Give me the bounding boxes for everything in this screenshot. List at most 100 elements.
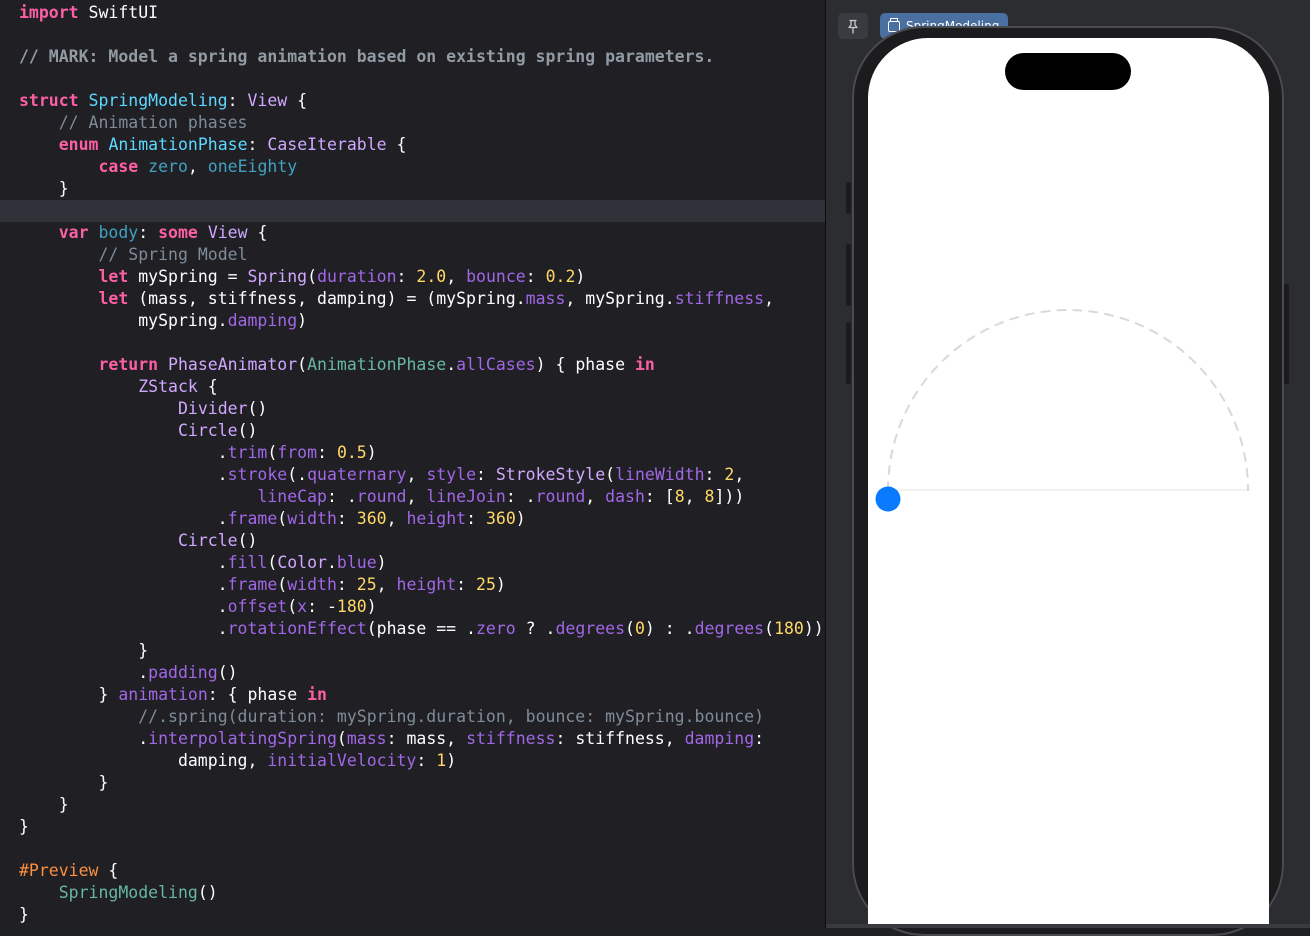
- code-token: View: [207, 223, 248, 242]
- code-line[interactable]: } animation: { phase in: [19, 684, 824, 706]
- code-line[interactable]: struct SpringModeling: View {: [19, 90, 824, 112]
- code-line[interactable]: lineCap: .round, lineJoin: .round, dash:…: [19, 486, 824, 508]
- code-token: initialVelocity: [267, 751, 417, 770]
- code-line[interactable]: [19, 332, 824, 354]
- code-token: offset: [227, 597, 288, 616]
- pin-preview-button[interactable]: [838, 13, 868, 39]
- code-line[interactable]: }: [19, 904, 824, 926]
- code-token: ) { phase: [535, 355, 635, 374]
- code-token: (.: [287, 465, 308, 484]
- code-token: import: [19, 3, 79, 22]
- code-token: :: [754, 729, 765, 748]
- code-line[interactable]: let (mass, stiffness, damping) = (mySpri…: [19, 288, 824, 310]
- code-line[interactable]: .padding(): [19, 662, 824, 684]
- code-line[interactable]: .interpolatingSpring(mass: mass, stiffne…: [19, 728, 824, 750]
- code-line[interactable]: import SwiftUI: [19, 2, 824, 24]
- code-line[interactable]: let mySpring = Spring(duration: 2.0, bou…: [19, 266, 824, 288]
- code-token: .: [19, 619, 228, 638]
- code-line[interactable]: .fill(Color.blue): [19, 552, 824, 574]
- code-token: in: [634, 355, 655, 374]
- code-token: ): [446, 751, 457, 770]
- code-line[interactable]: .frame(width: 360, height: 360): [19, 508, 824, 530]
- code-token: damping,: [19, 751, 268, 770]
- code-token: ,: [684, 487, 705, 506]
- code-line[interactable]: ZStack {: [19, 376, 824, 398]
- code-line[interactable]: }: [19, 640, 824, 662]
- code-line[interactable]: }: [19, 772, 824, 794]
- code-line[interactable]: Divider(): [19, 398, 824, 420]
- code-token: style: [426, 465, 476, 484]
- source-code[interactable]: import SwiftUI // MARK: Model a spring a…: [19, 2, 824, 926]
- code-token: return: [98, 355, 159, 374]
- code-line[interactable]: #Preview {: [19, 860, 824, 882]
- code-token: (): [237, 531, 258, 550]
- code-line[interactable]: [19, 838, 824, 860]
- code-editor[interactable]: import SwiftUI // MARK: Model a spring a…: [0, 0, 825, 928]
- code-token: (: [307, 267, 318, 286]
- code-line[interactable]: damping, initialVelocity: 1): [19, 750, 824, 772]
- code-token: 360: [356, 509, 387, 528]
- code-token: :: [704, 465, 725, 484]
- code-token: ? .: [515, 619, 556, 638]
- code-line[interactable]: //.spring(duration: mySpring.duration, b…: [19, 706, 824, 728]
- code-line[interactable]: // MARK: Model a spring animation based …: [19, 46, 824, 68]
- code-line[interactable]: Circle(): [19, 530, 824, 552]
- code-token: ): [575, 267, 586, 286]
- code-token: :: [466, 509, 486, 528]
- code-token: oneEighty: [207, 157, 298, 176]
- code-line[interactable]: Circle(): [19, 420, 824, 442]
- code-token: 25: [356, 575, 377, 594]
- code-token: // Animation phases: [58, 113, 248, 132]
- code-token: 25: [476, 575, 496, 594]
- code-token: SpringModeling: [58, 883, 198, 902]
- code-token: 180: [336, 597, 367, 616]
- code-line[interactable]: // Animation phases: [19, 112, 824, 134]
- code-line[interactable]: mySpring.damping): [19, 310, 824, 332]
- code-token: : [: [644, 487, 675, 506]
- code-line[interactable]: [19, 200, 824, 222]
- code-token: CaseIterable: [267, 135, 387, 154]
- code-line[interactable]: .frame(width: 25, height: 25): [19, 574, 824, 596]
- code-token: var: [58, 223, 89, 242]
- code-token: {: [386, 135, 407, 154]
- code-line[interactable]: .rotationEffect(phase == .zero ? .degree…: [19, 618, 824, 640]
- code-token: let: [98, 267, 129, 286]
- code-line[interactable]: case zero, oneEighty: [19, 156, 824, 178]
- code-token: View: [247, 91, 288, 110]
- code-line[interactable]: return PhaseAnimator(AnimationPhase.allC…: [19, 354, 824, 376]
- code-token: (): [217, 663, 238, 682]
- code-line[interactable]: }: [19, 794, 824, 816]
- preview-content: [875, 309, 1250, 512]
- code-line[interactable]: .trim(from: 0.5): [19, 442, 824, 464]
- code-token: allCases: [456, 355, 536, 374]
- code-line[interactable]: enum AnimationPhase: CaseIterable {: [19, 134, 824, 156]
- code-token: }: [19, 773, 109, 792]
- code-token: : -: [307, 597, 337, 616]
- code-token: (: [267, 443, 278, 462]
- code-token: .: [19, 443, 228, 462]
- code-line[interactable]: .stroke(.quaternary, style: StrokeStyle(…: [19, 464, 824, 486]
- code-line[interactable]: [19, 68, 824, 90]
- code-token: case: [98, 157, 139, 176]
- code-line[interactable]: [19, 24, 824, 46]
- code-token: lineJoin: [426, 487, 506, 506]
- code-token: ,: [734, 465, 745, 484]
- code-line[interactable]: SpringModeling(): [19, 882, 824, 904]
- code-line[interactable]: }: [19, 178, 824, 200]
- code-token: : .: [326, 487, 357, 506]
- code-line[interactable]: .offset(x: -180): [19, 596, 824, 618]
- code-line[interactable]: var body: some View {: [19, 222, 824, 244]
- code-token: (: [336, 729, 347, 748]
- code-line[interactable]: // Spring Model: [19, 244, 824, 266]
- code-line[interactable]: }: [19, 816, 824, 838]
- code-token: .: [19, 509, 228, 528]
- code-token: zero: [148, 157, 188, 176]
- code-token: Divider: [177, 399, 248, 418]
